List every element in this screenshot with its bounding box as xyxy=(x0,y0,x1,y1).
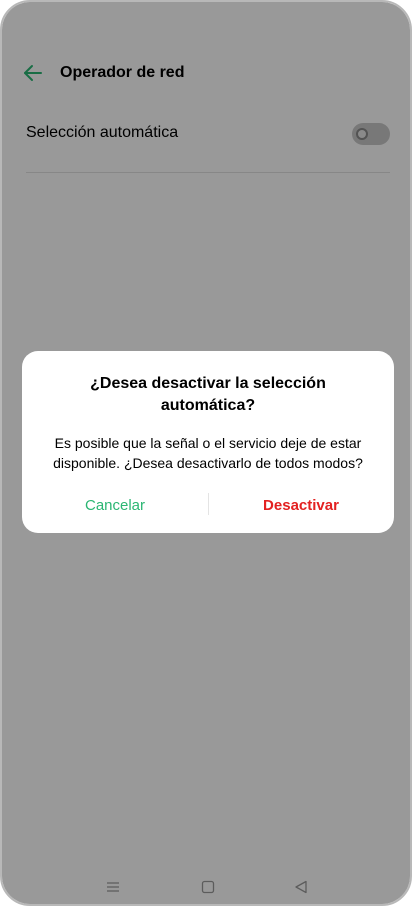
deactivate-button[interactable]: Desactivar xyxy=(208,491,394,519)
dialog-title: ¿Desea desactivar la selección automátic… xyxy=(90,375,326,414)
dialog-actions: Cancelar Desactivar xyxy=(22,491,394,519)
phone-frame: 10:00 Operador de red Selección automáti… xyxy=(0,0,412,906)
cancel-button[interactable]: Cancelar xyxy=(22,491,208,519)
screen: 10:00 Operador de red Selección automáti… xyxy=(2,2,410,904)
confirm-dialog: ¿Desea desactivar la selección automátic… xyxy=(22,351,394,533)
dialog-message: Es posible que la señal o el servicio de… xyxy=(53,435,363,471)
